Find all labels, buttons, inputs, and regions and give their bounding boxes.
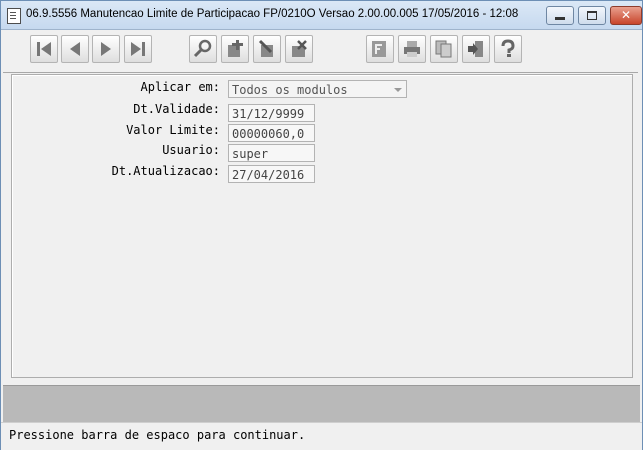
usuario-label: Usuario:: [162, 143, 220, 157]
title-bar[interactable]: 06.9.5556 Manutencao Limite de Participa…: [1, 1, 642, 30]
status-bar: Pressione barra de espaco para continuar…: [1, 422, 642, 450]
toolbar: [3, 30, 638, 73]
previous-record-icon: [70, 42, 80, 56]
application-window: 06.9.5556 Manutencao Limite de Participa…: [0, 0, 643, 450]
close-button[interactable]: ✕: [610, 6, 642, 25]
usuario-field[interactable]: super: [228, 144, 315, 162]
separator-bar: [3, 385, 640, 422]
aplicar-em-select[interactable]: Todos os modulos: [228, 80, 407, 98]
close-icon: ✕: [620, 8, 632, 22]
copy-icon: [435, 40, 452, 58]
filter-icon: [372, 41, 386, 57]
help-icon: [501, 39, 515, 57]
exit-icon: [468, 41, 483, 57]
maximize-icon: [587, 11, 597, 20]
add-button[interactable]: [221, 35, 249, 63]
form-panel: Aplicar em: Todos os modulos Dt.Validade…: [11, 74, 633, 378]
valor-limite-label: Valor Limite:: [126, 123, 220, 137]
app-icon: [7, 8, 21, 24]
status-message: Pressione barra de espaco para continuar…: [9, 428, 306, 442]
search-button[interactable]: [189, 35, 217, 63]
maximize-button[interactable]: [578, 6, 606, 25]
last-record-icon: [131, 42, 145, 56]
next-record-icon: [101, 42, 111, 56]
previous-record-button[interactable]: [61, 35, 89, 63]
help-button[interactable]: [494, 35, 522, 63]
edit-button[interactable]: [253, 35, 281, 63]
aplicar-em-label: Aplicar em:: [140, 80, 220, 94]
print-button[interactable]: [398, 35, 426, 63]
search-icon: [193, 39, 212, 58]
filter-button[interactable]: [366, 35, 394, 63]
delete-button[interactable]: [285, 35, 313, 63]
aplicar-em-value: Todos os modulos: [232, 83, 348, 97]
window-title: 06.9.5556 Manutencao Limite de Participa…: [26, 8, 519, 20]
first-record-icon: [37, 42, 51, 56]
chevron-down-icon: [394, 88, 402, 92]
last-record-button[interactable]: [124, 35, 152, 63]
delete-icon: [292, 40, 307, 57]
next-record-button[interactable]: [92, 35, 120, 63]
print-icon: [404, 41, 420, 57]
dt-atualizacao-field[interactable]: 27/04/2016: [228, 165, 315, 183]
valor-limite-field[interactable]: 00000060,0: [228, 124, 315, 142]
dt-validade-field[interactable]: 31/12/9999: [228, 104, 315, 122]
first-record-button[interactable]: [30, 35, 58, 63]
minimize-icon: [555, 17, 565, 20]
copy-button[interactable]: [430, 35, 458, 63]
exit-button[interactable]: [462, 35, 490, 63]
edit-icon: [258, 39, 273, 57]
add-icon: [228, 40, 243, 57]
minimize-button[interactable]: [546, 6, 574, 25]
dt-atualizacao-label: Dt.Atualizacao:: [111, 164, 220, 178]
dt-validade-label: Dt.Validade:: [133, 102, 220, 116]
